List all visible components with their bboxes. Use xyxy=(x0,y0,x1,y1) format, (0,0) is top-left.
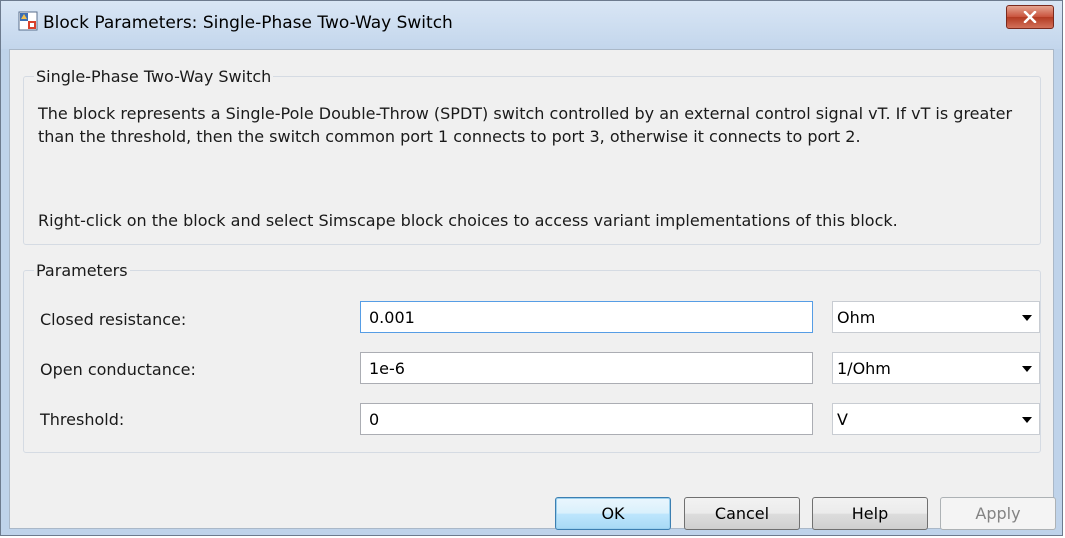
help-button[interactable]: Help xyxy=(812,497,928,530)
chevron-down-icon xyxy=(1022,366,1032,372)
description-legend: Single-Phase Two-Way Switch xyxy=(34,67,274,86)
ok-button[interactable]: OK xyxy=(555,497,671,530)
open-conductance-label: Open conductance: xyxy=(40,360,196,379)
threshold-unit: V xyxy=(837,410,848,429)
open-conductance-unit-dropdown[interactable]: 1/Ohm xyxy=(832,352,1040,384)
close-button[interactable] xyxy=(1006,5,1054,29)
open-conductance-unit: 1/Ohm xyxy=(837,359,891,378)
apply-button[interactable]: Apply xyxy=(940,497,1056,530)
description-paragraph: The block represents a Single-Pole Doubl… xyxy=(38,104,1013,146)
window-title: Block Parameters: Single-Phase Two-Way S… xyxy=(43,13,453,33)
parameters-legend: Parameters xyxy=(34,261,130,280)
threshold-input[interactable] xyxy=(360,403,813,435)
title-bar[interactable]: Block Parameters: Single-Phase Two-Way S… xyxy=(1,1,1062,49)
chevron-down-icon xyxy=(1022,417,1032,423)
cancel-button[interactable]: Cancel xyxy=(684,497,800,530)
closed-resistance-label: Closed resistance: xyxy=(40,310,187,329)
dialog-content: Single-Phase Two-Way Switch The block re… xyxy=(9,49,1056,530)
closed-resistance-unit: Ohm xyxy=(837,308,876,327)
close-x-icon xyxy=(1023,11,1037,23)
closed-resistance-unit-dropdown[interactable]: Ohm xyxy=(832,301,1040,333)
chevron-down-icon xyxy=(1022,315,1032,321)
closed-resistance-input[interactable] xyxy=(360,301,813,333)
simulink-block-icon xyxy=(18,11,38,31)
description-group: Single-Phase Two-Way Switch The block re… xyxy=(23,67,1041,245)
variant-hint-text: Right-click on the block and select Sims… xyxy=(38,211,898,230)
block-parameters-dialog: Block Parameters: Single-Phase Two-Way S… xyxy=(0,0,1063,536)
threshold-unit-dropdown[interactable]: V xyxy=(832,403,1040,435)
threshold-label: Threshold: xyxy=(40,410,125,429)
open-conductance-input[interactable] xyxy=(360,352,813,384)
